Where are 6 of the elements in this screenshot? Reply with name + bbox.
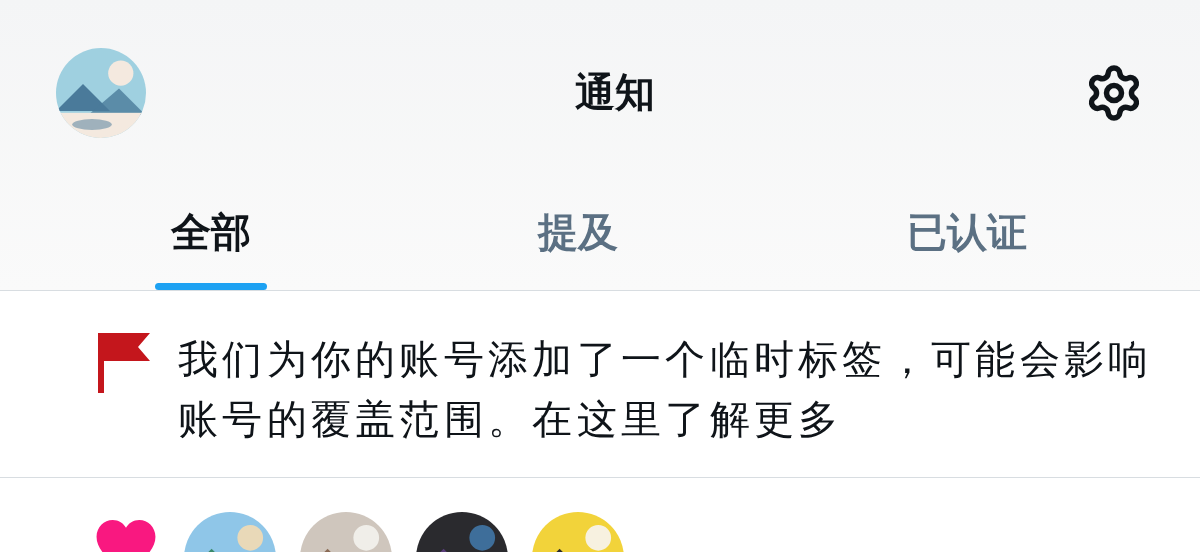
page-title: 通知 <box>575 68 655 117</box>
notification-text[interactable]: 我们为你的账号添加了一个临时标签，可能会影响账号的覆盖范围。在这里了解更多 <box>178 329 1178 449</box>
tab[interactable]: 提及 <box>422 185 734 290</box>
flag-icon <box>96 333 150 393</box>
tab[interactable]: 全部 <box>0 185 422 290</box>
tab[interactable]: 已认证 <box>734 185 1200 290</box>
